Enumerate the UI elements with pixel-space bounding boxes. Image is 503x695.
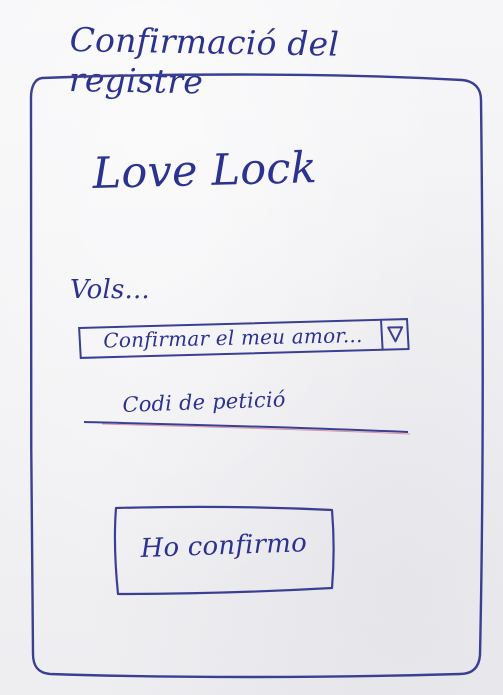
chevron-down-icon[interactable]: [385, 321, 408, 347]
dropdown-selected-value: Confirmar el meu amor...: [103, 323, 363, 353]
confirm-button-label: Ho confirmo: [140, 528, 308, 564]
phone-frame: Love Lock Vols... Confirmar el meu amor.…: [22, 70, 487, 682]
request-code-input[interactable]: Codi de petició: [82, 387, 412, 436]
action-dropdown[interactable]: Confirmar el meu amor...: [77, 315, 410, 362]
app-title: Love Lock: [92, 143, 318, 199]
request-code-placeholder: Codi de petició: [122, 387, 287, 417]
prompt-label: Vols...: [70, 275, 150, 305]
input-underline: [83, 421, 411, 435]
confirm-button[interactable]: Ho confirmo: [110, 504, 336, 598]
